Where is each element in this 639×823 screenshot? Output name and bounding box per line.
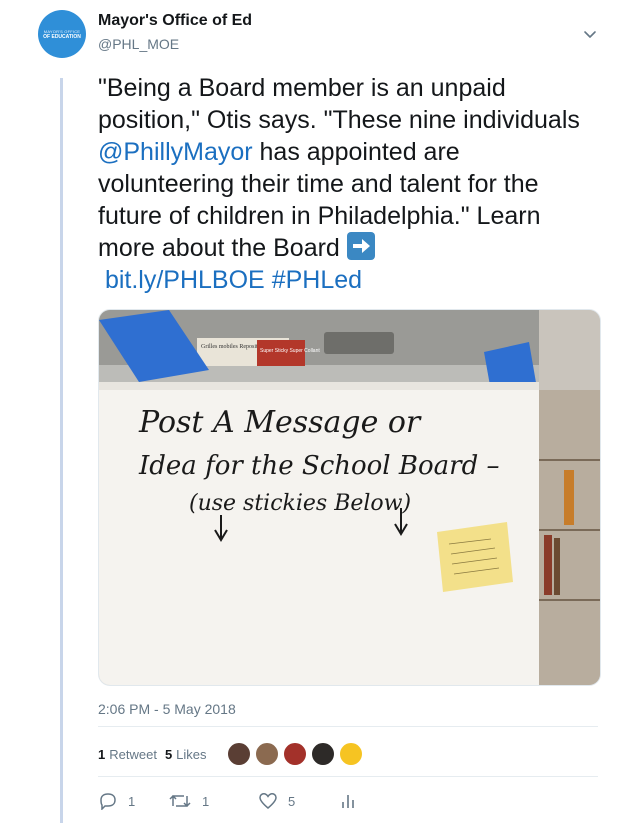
like-button[interactable]: 5 bbox=[258, 792, 340, 810]
liker-avatar[interactable] bbox=[282, 742, 307, 766]
liker-avatar[interactable] bbox=[310, 742, 335, 766]
timestamp[interactable]: 2:06 PM - 5 May 2018 bbox=[98, 701, 236, 717]
chevron-down-icon[interactable] bbox=[582, 26, 598, 42]
retweet-action-count: 1 bbox=[202, 793, 210, 809]
divider bbox=[98, 776, 598, 777]
message-line3: (use stickies Below) bbox=[189, 491, 411, 516]
reply-icon bbox=[100, 793, 116, 810]
like-action-count: 5 bbox=[288, 793, 296, 809]
likes-stat[interactable]: 5 Likes bbox=[165, 747, 207, 762]
liberty-bell-avatar[interactable] bbox=[338, 742, 363, 766]
avatar[interactable]: MAYOR'S OFFICE OF EDUCATION bbox=[38, 10, 86, 58]
hashtag-link[interactable]: #PHLed bbox=[272, 266, 362, 294]
tweet-actions: 1 1 5 bbox=[98, 790, 366, 812]
heart-icon bbox=[259, 793, 277, 809]
thread-rule bbox=[60, 78, 63, 823]
reply-count: 1 bbox=[128, 793, 136, 809]
tweet-photo[interactable]: Grilles mobiles Repositionable Super Sti… bbox=[98, 309, 601, 686]
liker-avatar[interactable] bbox=[254, 742, 279, 766]
liker-avatar[interactable] bbox=[226, 742, 251, 766]
retweet-icon bbox=[169, 794, 191, 808]
pad-label-brand: Super Sticky Super Collant bbox=[260, 348, 320, 354]
retweet-label: Retweet bbox=[109, 746, 157, 762]
mention-link[interactable]: @PhillyMayor bbox=[98, 138, 253, 166]
tweet-text-part1: "Being a Board member is an unpaid posit… bbox=[98, 74, 580, 134]
avatar-text-bottom: OF EDUCATION bbox=[43, 33, 81, 40]
liker-avatars bbox=[226, 742, 367, 766]
message-line1: Post A Message or bbox=[138, 405, 422, 440]
message-line2: Idea for the School Board – bbox=[138, 451, 499, 481]
retweet-stat[interactable]: 1 Retweet bbox=[98, 747, 157, 762]
retweet-button[interactable]: 1 bbox=[168, 792, 258, 810]
easel-pad-image: Grilles mobiles Repositionable Super Sti… bbox=[99, 310, 600, 685]
tweet-text: "Being a Board member is an unpaid posit… bbox=[98, 72, 598, 296]
divider bbox=[98, 726, 598, 727]
url-link[interactable]: bit.ly/PHLBOE bbox=[105, 266, 265, 294]
display-name[interactable]: Mayor's Office of Ed bbox=[98, 12, 252, 30]
right-arrow-icon bbox=[346, 232, 375, 260]
handle[interactable]: @PHL_MOE bbox=[98, 36, 179, 52]
analytics-button[interactable] bbox=[340, 792, 366, 810]
engagement-stats: 1 Retweet 5 Likes bbox=[98, 742, 367, 766]
likes-count: 5 bbox=[164, 746, 173, 762]
analytics-icon bbox=[342, 795, 354, 808]
reply-button[interactable]: 1 bbox=[98, 792, 168, 810]
retweet-count: 1 bbox=[98, 746, 106, 762]
likes-label: Likes bbox=[176, 746, 207, 762]
